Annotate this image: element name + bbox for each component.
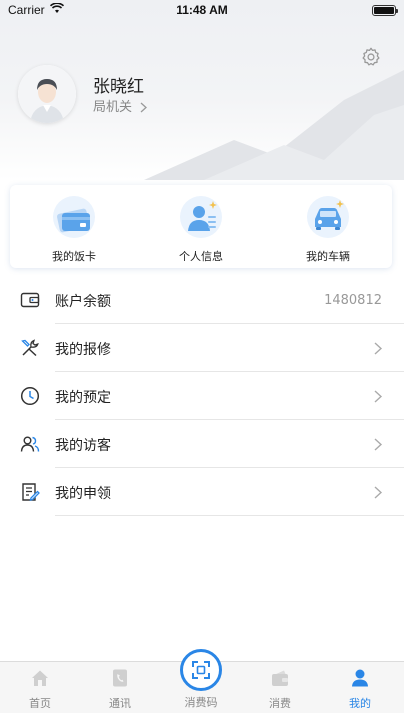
menu-item-label: 我的报修 <box>55 342 111 358</box>
menu-item-my-visitors[interactable]: 我的访客 <box>0 420 404 468</box>
quick-action-personal-info[interactable]: 个人信息 <box>151 193 251 265</box>
menu-item-my-applications[interactable]: 我的申领 <box>0 468 404 516</box>
menu-item-account-balance[interactable]: 账户余额 1480812 <box>0 276 404 324</box>
tab-mine[interactable]: 我的 <box>320 662 400 713</box>
quick-actions-card: 我的饭卡 个人信息 我的车辆 <box>10 185 392 268</box>
mountain-decoration <box>144 70 404 180</box>
status-bar: Carrier 11:48 AM <box>0 0 404 22</box>
tab-home[interactable]: 首页 <box>0 662 80 713</box>
phone-book-icon <box>113 669 127 687</box>
avatar-image <box>18 65 76 123</box>
meal-card-icon <box>53 196 95 238</box>
wallet-icon <box>272 670 288 686</box>
account-balance-value: 1480812 <box>324 293 382 308</box>
status-time: 11:48 AM <box>176 3 228 17</box>
repair-tools-icon <box>21 339 39 357</box>
quick-action-my-car[interactable]: 我的车辆 <box>278 193 378 265</box>
department-label: 局机关 <box>93 100 133 115</box>
menu-item-label: 我的预定 <box>55 390 111 406</box>
profile-screen: Carrier 11:48 AM 张晓红 局机关 我的饭卡 个人信息 我的车辆 … <box>0 0 404 713</box>
divider <box>55 515 404 516</box>
menu-item-label: 我的访客 <box>55 438 111 454</box>
home-icon <box>32 670 48 686</box>
wallet-icon <box>20 292 40 308</box>
quick-action-label: 我的车辆 <box>306 250 350 263</box>
home-indicator-area <box>0 708 404 713</box>
quick-action-meal-card[interactable]: 我的饭卡 <box>24 193 124 265</box>
application-form-icon <box>22 483 40 501</box>
menu-item-my-bookings[interactable]: 我的预定 <box>0 372 404 420</box>
department-link[interactable]: 局机关 <box>93 96 148 115</box>
quick-action-label: 个人信息 <box>179 250 223 263</box>
menu-item-label: 我的申领 <box>55 486 111 502</box>
car-icon <box>307 196 349 238</box>
tab-contacts[interactable]: 通讯 <box>80 662 160 713</box>
avatar[interactable] <box>18 65 76 123</box>
chevron-right-icon <box>374 390 382 403</box>
chevron-right-icon <box>140 102 148 113</box>
gear-icon[interactable] <box>360 46 382 68</box>
tab-scan-code[interactable] <box>180 649 222 691</box>
battery-icon <box>372 5 398 16</box>
chevron-right-icon <box>374 438 382 451</box>
scan-code-icon <box>192 661 210 679</box>
quick-action-label: 我的饭卡 <box>52 250 96 263</box>
user-name: 张晓红 <box>93 77 144 97</box>
personal-info-icon <box>180 196 222 238</box>
tab-consumption[interactable]: 消费 <box>240 662 320 713</box>
chevron-right-icon <box>374 486 382 499</box>
clock-icon <box>20 386 40 406</box>
menu-item-my-repairs[interactable]: 我的报修 <box>0 324 404 372</box>
visitors-icon <box>20 436 40 452</box>
user-icon <box>352 669 368 687</box>
chevron-right-icon <box>374 342 382 355</box>
menu-item-label: 账户余额 <box>55 294 111 310</box>
